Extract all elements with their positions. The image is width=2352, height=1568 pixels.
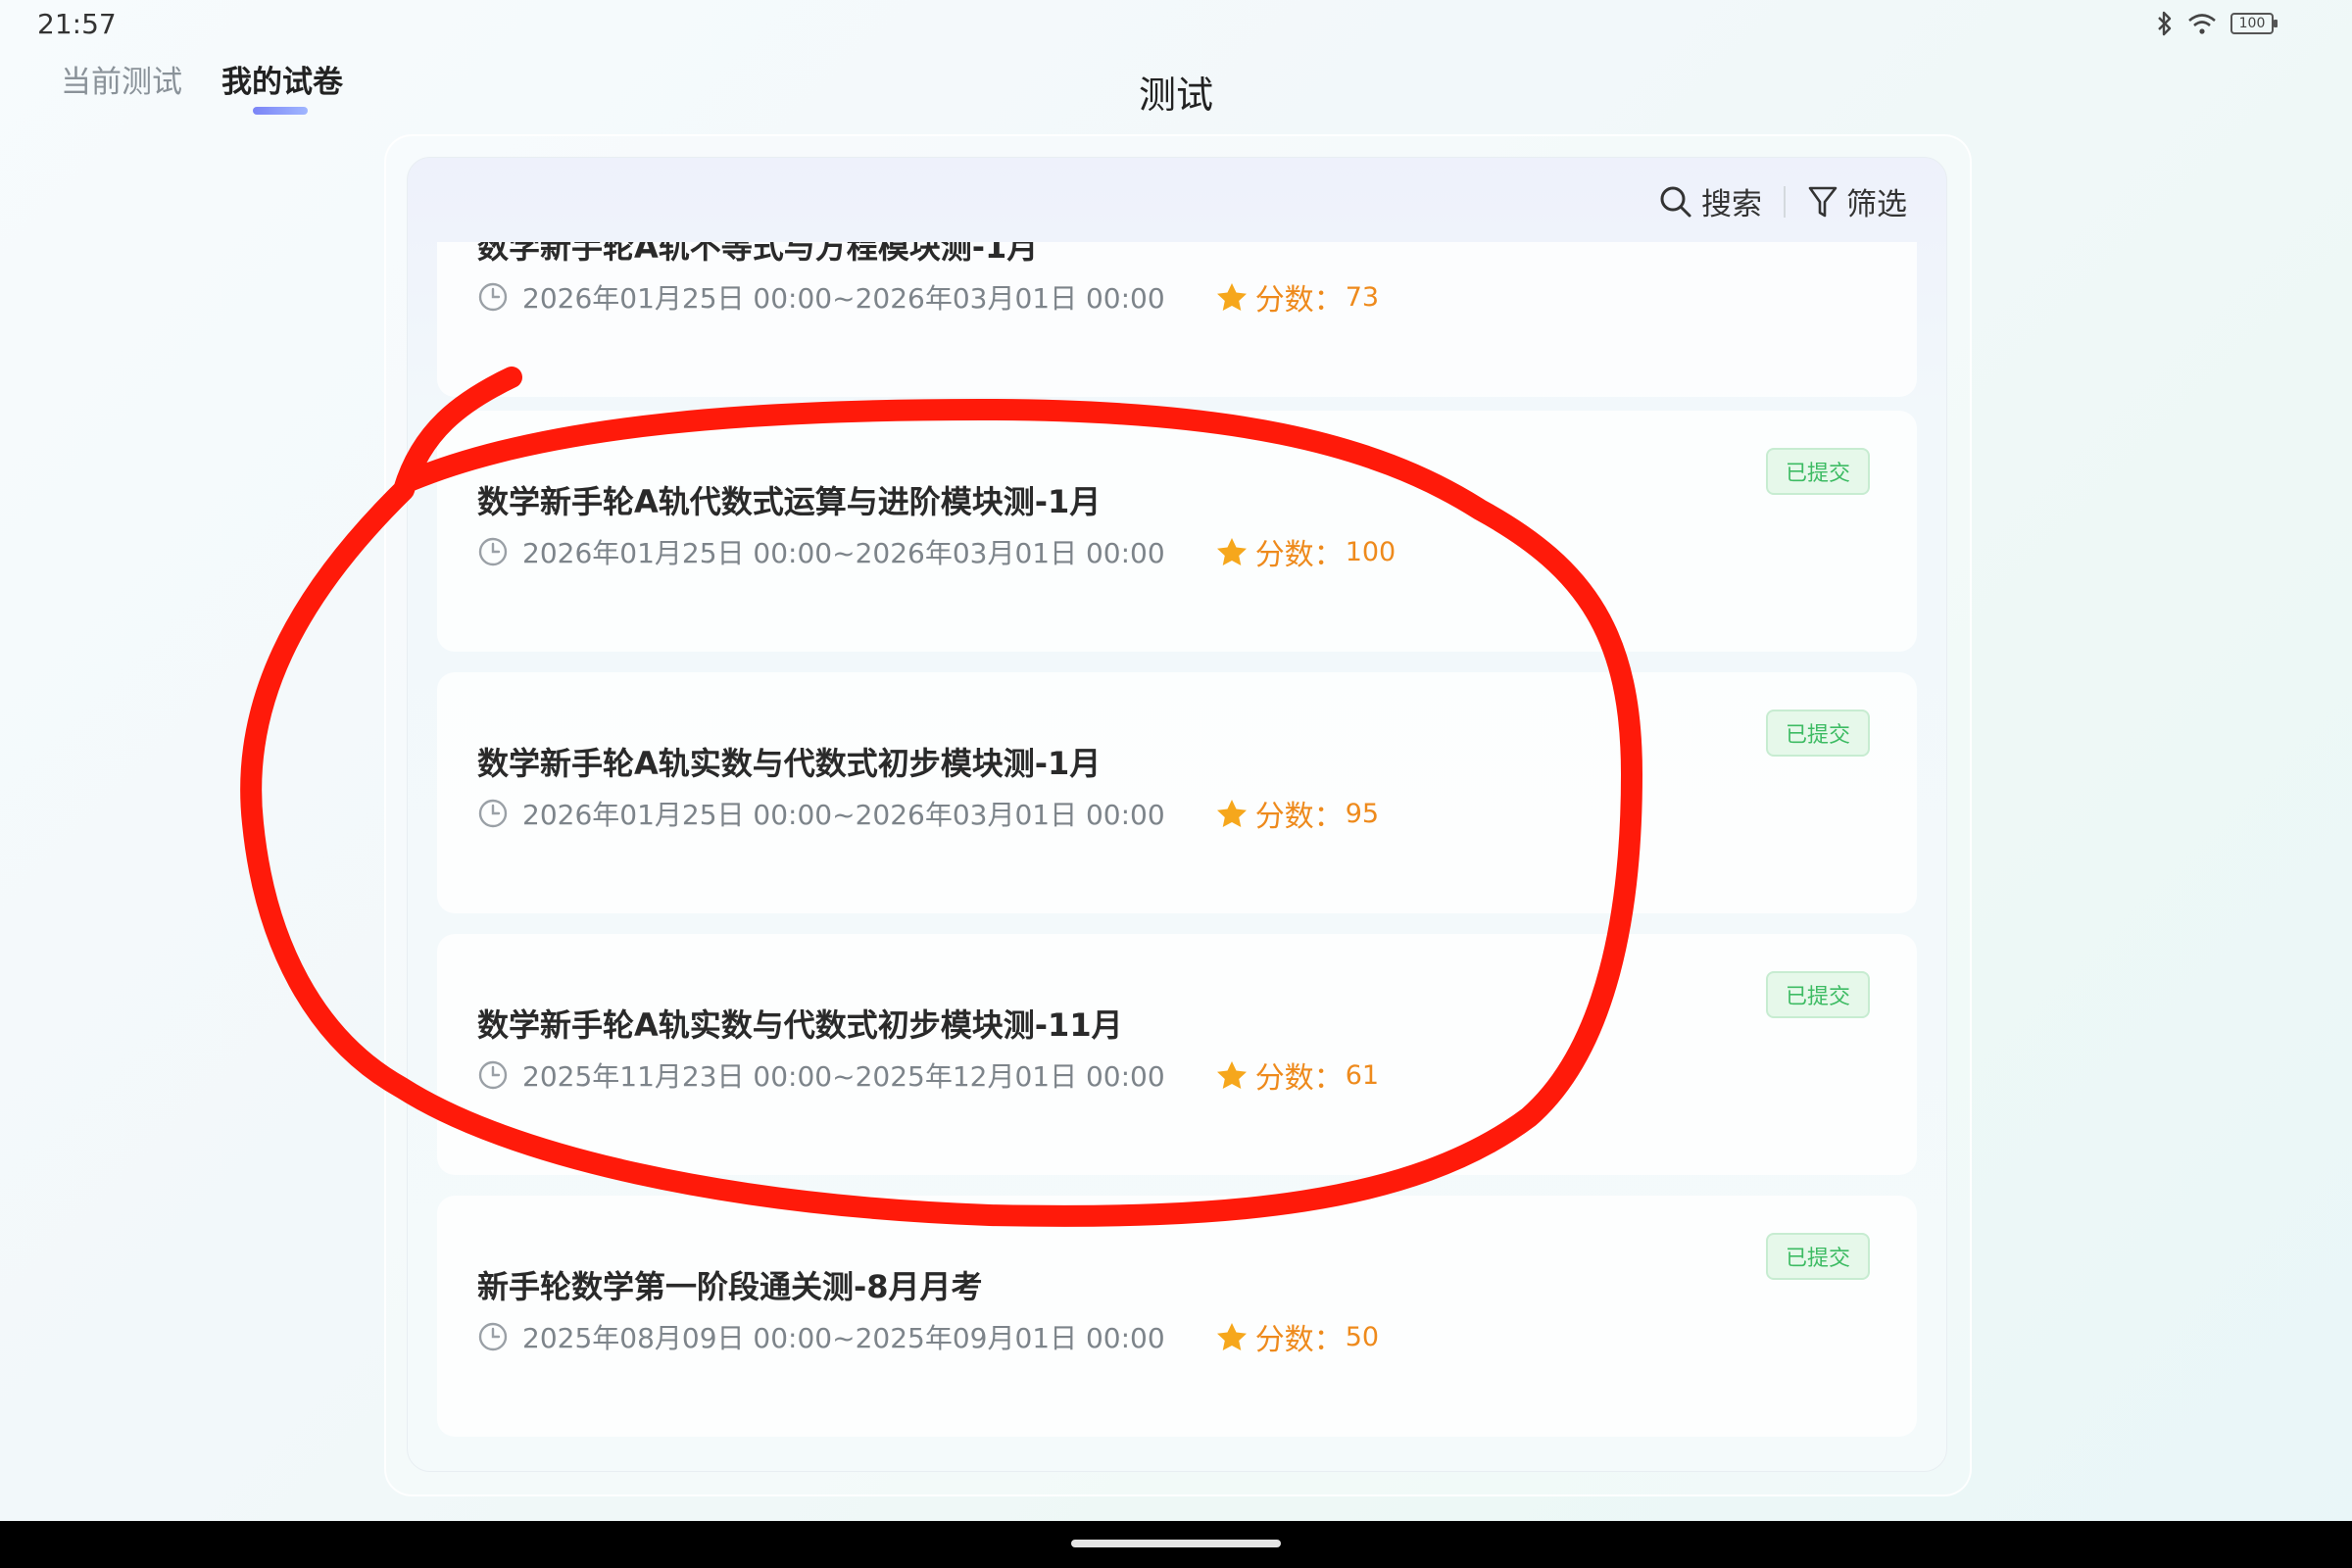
bluetooth-icon [2158,11,2172,36]
clock-icon [478,799,508,828]
exam-panel: 搜索 筛选 数学新手轮A轨不等式与方程模块测-1月 2026年01月25日 00… [407,157,1947,1472]
exam-title: 数学新手轮A轨代数式运算与进阶模块测-1月 [477,483,1102,520]
exam-card[interactable]: 新手轮数学第一阶段通关测-8月月考 2025年08月09日 00:00~2025… [437,1196,1917,1437]
star-icon [1216,283,1247,311]
exam-meta: 2025年08月09日 00:00~2025年09月01日 00:00 分数： … [477,1315,1379,1358]
exam-title: 数学新手轮A轨不等式与方程模块测-1月 [477,242,1039,266]
star-icon [1216,1323,1247,1350]
exam-title: 新手轮数学第一阶段通关测-8月月考 [477,1268,983,1305]
score-label: 分数： [1254,1323,1344,1357]
battery-level: 100 [2238,16,2266,31]
score-value: 73 [1345,281,1380,313]
exam-card[interactable]: 数学新手轮A轨代数式运算与进阶模块测-1月 2026年01月25日 00:00~… [437,411,1917,652]
star-icon [1216,1061,1247,1089]
toolbar: 搜索 筛选 [1658,179,1907,223]
exam-card[interactable]: 数学新手轮A轨实数与代数式初步模块测-1月 2026年01月25日 00:00~… [437,672,1917,913]
filter-label: 筛选 [1846,187,1907,222]
clock-icon [478,537,508,566]
exam-card[interactable]: 数学新手轮A轨实数与代数式初步模块测-11月 2025年11月23日 00:00… [437,934,1917,1175]
star-icon [1216,538,1247,565]
score-label: 分数： [1254,800,1344,834]
exam-title: 数学新手轮A轨实数与代数式初步模块测-11月 [477,1006,1123,1044]
score-label: 分数： [1254,538,1344,572]
exam-card[interactable]: 数学新手轮A轨不等式与方程模块测-1月 2026年01月25日 00:00~20… [437,242,1917,397]
star-icon [1216,800,1247,827]
exam-meta: 2026年01月25日 00:00~2026年03月01日 00:00 分数： … [477,275,1379,318]
search-icon [1660,186,1691,217]
exam-score: 分数： 95 [1216,792,1379,835]
exam-time-range: 2026年01月25日 00:00~2026年03月01日 00:00 [522,537,1165,569]
navigation-bar [0,1521,2352,1568]
score-value: 100 [1345,536,1396,567]
exam-score: 分数： 61 [1216,1054,1379,1097]
exam-list[interactable]: 数学新手轮A轨不等式与方程模块测-1月 2026年01月25日 00:00~20… [437,242,1917,1467]
exam-score: 分数： 50 [1216,1315,1379,1358]
home-indicator[interactable] [1071,1540,1281,1547]
score-value: 50 [1345,1321,1380,1352]
clock-icon [478,1060,508,1090]
status-badge: 已提交 [1765,448,1870,495]
clock-icon [478,1322,508,1351]
status-badge: 已提交 [1765,1233,1870,1280]
filter-button[interactable]: 筛选 [1807,179,1907,223]
exam-time-range: 2025年08月09日 00:00~2025年09月01日 00:00 [522,1322,1165,1354]
score-label: 分数： [1254,1061,1344,1096]
page-title: 测试 [1138,74,1213,117]
exam-title: 数学新手轮A轨实数与代数式初步模块测-1月 [477,745,1102,782]
exam-time-range: 2026年01月25日 00:00~2026年03月01日 00:00 [522,799,1165,831]
exam-time-range: 2026年01月25日 00:00~2026年03月01日 00:00 [522,282,1165,315]
status-badge: 已提交 [1765,971,1870,1018]
exam-meta: 2026年01月25日 00:00~2026年03月01日 00:00 分数： … [477,530,1396,573]
status-icons: 100 [2156,10,2278,37]
score-value: 95 [1345,798,1380,829]
exam-score: 分数： 100 [1216,530,1396,573]
exam-score: 分数： 73 [1216,275,1379,318]
toolbar-divider [1784,185,1786,218]
exam-meta: 2025年11月23日 00:00~2025年12月01日 00:00 分数： … [477,1054,1379,1097]
score-value: 61 [1345,1059,1380,1091]
exam-time-range: 2025年11月23日 00:00~2025年12月01日 00:00 [522,1060,1165,1093]
search-button[interactable]: 搜索 [1658,179,1762,223]
filter-icon [1808,186,1838,217]
wifi-icon [2188,14,2216,34]
clock-icon [478,282,508,312]
status-badge: 已提交 [1765,710,1870,757]
search-label: 搜索 [1701,187,1762,222]
exam-meta: 2026年01月25日 00:00~2026年03月01日 00:00 分数： … [477,792,1379,835]
score-label: 分数： [1254,283,1344,318]
status-time: 21:57 [37,8,117,40]
battery-icon: 100 [2230,13,2278,34]
